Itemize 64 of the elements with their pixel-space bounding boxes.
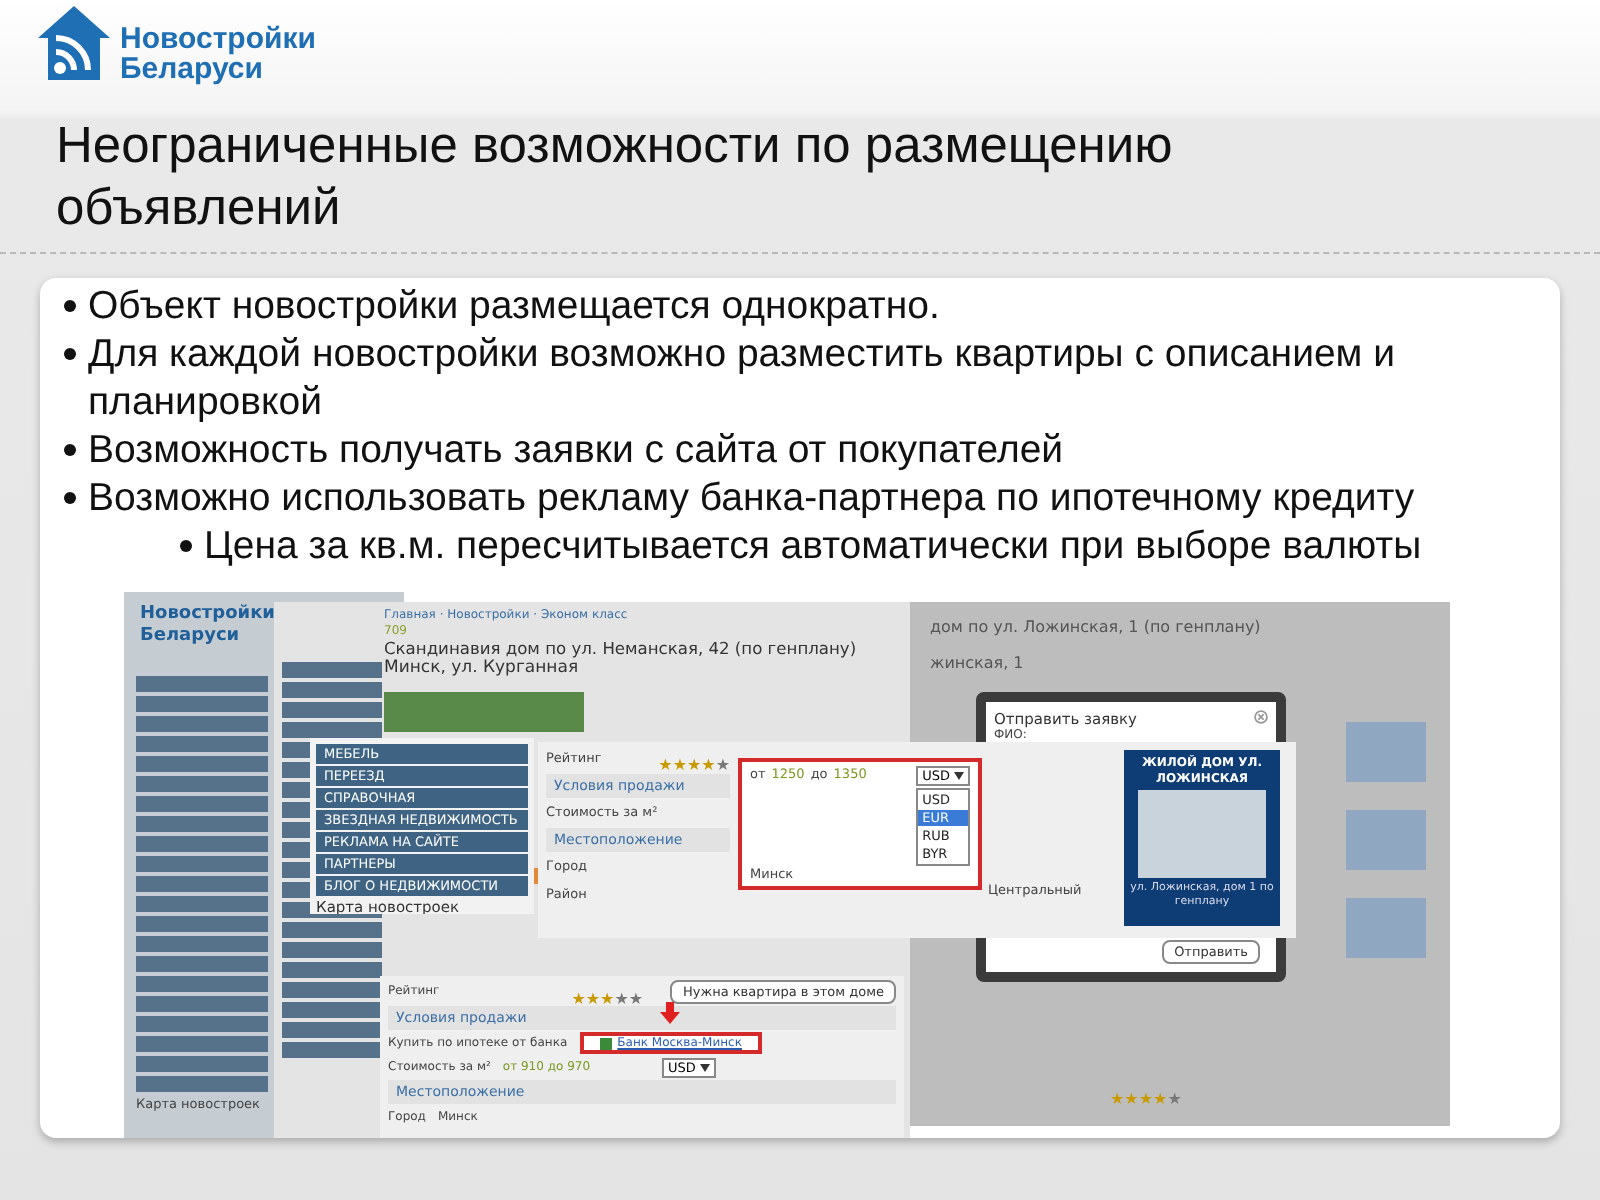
nav-bar [282,662,382,678]
nav-bar [136,856,268,872]
nav-bar [136,1076,268,1092]
nav-bar [282,922,382,938]
nav-bar [136,756,268,772]
nav-bar [136,956,268,972]
star-rating: ★★★★★ [571,991,644,1007]
star-rating: ★★★★★ [658,758,730,774]
logo-text: Новостройки [140,604,275,627]
listing-heading: Скандинавия дом по ул. Неманская, 42 (по генплану) [384,638,857,659]
logo-text: Беларуси [120,54,263,84]
nav-bar [282,722,382,738]
listing-heading: дом по ул. Ложинская, 1 (по генплану) [930,618,1261,638]
bullet-text: Возможность получать заявки с сайта от покупателей [88,426,1064,474]
bullet-icon [64,300,76,312]
bullet-text: Цена за кв.м. пересчитывается автоматически при выборе валюты [204,522,1422,570]
nav-bar [282,1002,382,1018]
nav-bar [136,776,268,792]
bullet-icon [180,540,192,552]
bank-logo-icon [599,1037,612,1049]
nav-bar [136,816,268,832]
nav-bar [282,962,382,978]
photo-placeholder [1346,722,1426,782]
arrow-down-icon [660,1002,680,1024]
photo-placeholder [1346,810,1426,870]
nav-bar [136,696,268,712]
nav-bar [136,796,268,812]
nav-bar [136,936,268,952]
nav-bar [136,916,268,932]
nav-bar [136,1056,268,1072]
nav-bar [282,942,382,958]
nav-bar [136,1036,268,1052]
caret-icon [699,1063,710,1071]
bullet-text: Возможно использовать рекламу банка-партнера по ипотечному кредиту [88,474,1415,522]
nav-bar [136,836,268,852]
bullet-icon [64,348,76,360]
house-logo-icon [36,4,112,84]
logo-text: Новостройки [120,24,316,54]
address-text: жинская, 1 [930,654,1026,674]
address-text: Минск, ул. Курганная [384,658,581,680]
nav-bar [282,702,382,718]
nav-bar [282,1022,382,1038]
bullet-icon [64,492,76,504]
photo-placeholder [1346,898,1426,958]
nav-bar [136,1016,268,1032]
photo-placeholder [1138,790,1266,878]
nav-bar [136,996,268,1012]
nav-bar [136,676,268,692]
caret-icon [954,772,964,780]
nav-bar [136,716,268,732]
bullet-text: Объект новостройки размещается однократно. [88,282,940,330]
close-icon[interactable] [1254,710,1268,724]
bullet-text: Для каждой новостройки возможно разместить квартиры с описанием и планировкой [88,330,1398,426]
star-rating: ★★★★★ [1110,1092,1182,1108]
nav-bar [136,896,268,912]
logo-text: Беларуси [140,626,242,649]
nav-bar [282,1042,382,1058]
nav-bar [282,682,382,698]
nav-bar [136,976,268,992]
bullet-icon [64,444,76,456]
slide-title: Неограниченные возможности по размещению объявлений [56,116,1175,240]
nav-bar [136,876,268,892]
nav-bar [282,982,382,998]
nav-bar [136,736,268,752]
